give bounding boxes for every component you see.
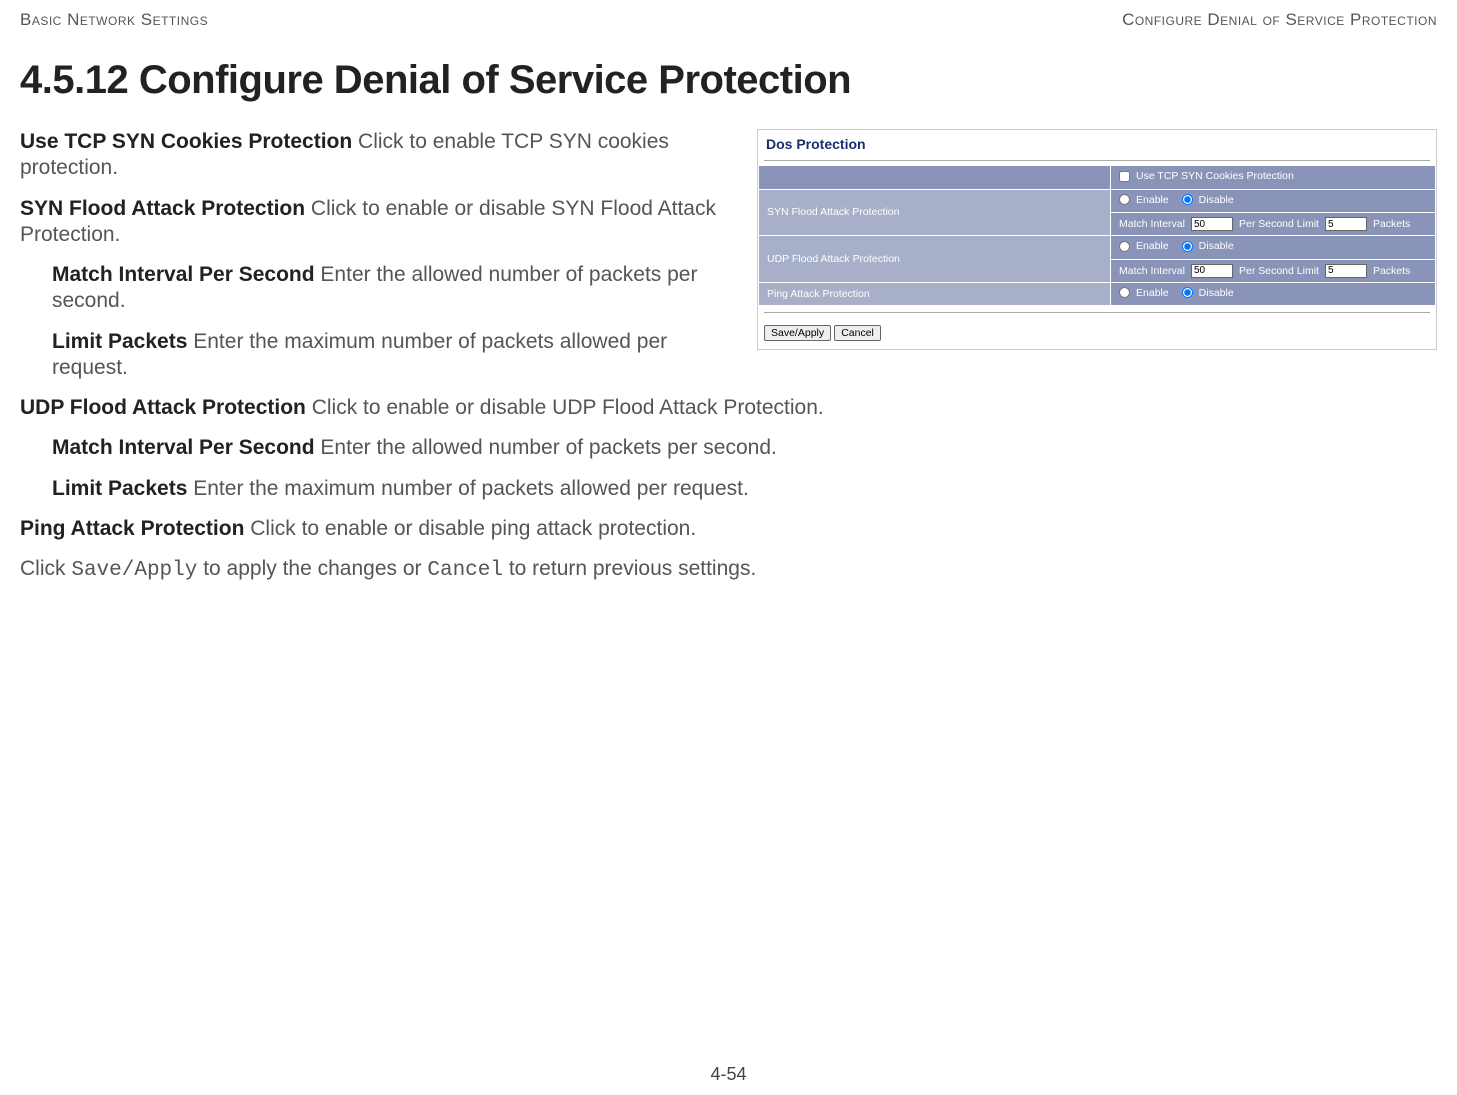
ping-disable-radio[interactable] (1182, 287, 1193, 298)
desc-syn-match-interval: Match Interval Per Second Enter the allo… (52, 262, 739, 315)
text: Click (20, 557, 71, 580)
tcp-cookies-checkbox-wrap[interactable]: Use TCP SYN Cookies Protection (1119, 170, 1294, 182)
divider (764, 160, 1430, 161)
ping-ctrl: Enable Disable (1111, 282, 1436, 306)
tcp-cookies-label: Use TCP SYN Cookies Protection (1136, 170, 1294, 182)
disable-label: Disable (1199, 287, 1234, 299)
row-tcp-cookies: Use TCP SYN Cookies Protection (759, 166, 1436, 190)
term-text: Click to enable or disable ping attack p… (244, 517, 696, 540)
term: Use TCP SYN Cookies Protection (20, 130, 352, 153)
desc-syn-limit-packets: Limit Packets Enter the maximum number o… (52, 329, 739, 382)
term: Ping Attack Protection (20, 517, 244, 540)
tcp-cookies-checkbox[interactable] (1119, 171, 1130, 182)
syn-enable-radio-wrap[interactable]: Enable (1119, 194, 1169, 206)
screenshot-panel-wrap: Dos Protection Use TCP SYN Cookies Prote… (757, 129, 1437, 350)
ping-enable-radio[interactable] (1119, 287, 1130, 298)
udp-enable-ctrl: Enable Disable (1111, 236, 1436, 260)
desc-udp-match-interval: Match Interval Per Second Enter the allo… (52, 435, 1437, 461)
syn-flood-label: SYN Flood Attack Protection (759, 189, 1111, 236)
per-second-limit-label: Per Second Limit (1239, 218, 1319, 230)
term: Match Interval Per Second (52, 263, 315, 286)
udp-flood-label: UDP Flood Attack Protection (759, 236, 1111, 283)
udp-enable-radio[interactable] (1119, 241, 1130, 252)
syn-disable-radio[interactable] (1182, 194, 1193, 205)
disable-label: Disable (1199, 240, 1234, 252)
match-interval-label: Match Interval (1119, 265, 1185, 277)
term: SYN Flood Attack Protection (20, 197, 305, 220)
page-header: Basic Network Settings Configure Denial … (20, 10, 1437, 30)
desc-tcp-syn-cookies: Use TCP SYN Cookies Protection Click to … (20, 129, 739, 182)
term-text: Click to enable or disable UDP Flood Att… (306, 396, 824, 419)
udp-match-interval-input[interactable] (1191, 264, 1233, 278)
row-ping: Ping Attack Protection Enable Disable (759, 282, 1436, 306)
tcp-cookies-ctrl: Use TCP SYN Cookies Protection (1111, 166, 1436, 190)
divider (764, 312, 1430, 313)
code-save-apply: Save/Apply (71, 559, 197, 582)
packets-label: Packets (1373, 265, 1410, 277)
desc-ping-attack: Ping Attack Protection Click to enable o… (20, 516, 1437, 542)
term: Limit Packets (52, 330, 187, 353)
page-number: 4-54 (20, 1064, 1437, 1085)
text: to return previous settings. (503, 557, 756, 580)
enable-label: Enable (1136, 287, 1169, 299)
syn-enable-ctrl: Enable Disable (1111, 189, 1436, 213)
description-column: Use TCP SYN Cookies Protection Click to … (20, 129, 739, 395)
disable-label: Disable (1199, 194, 1234, 206)
header-left: Basic Network Settings (20, 10, 208, 30)
empty-cell (759, 166, 1111, 190)
desc-save-cancel: Click Save/Apply to apply the changes or… (20, 556, 1437, 584)
term-text: Enter the allowed number of packets per … (315, 436, 777, 459)
enable-label: Enable (1136, 194, 1169, 206)
desc-udp-limit-packets: Limit Packets Enter the maximum number o… (52, 476, 1437, 502)
row-syn-flood: SYN Flood Attack Protection Enable Disab… (759, 189, 1436, 213)
header-right: Configure Denial of Service Protection (1122, 10, 1437, 30)
syn-match-interval-input[interactable] (1191, 217, 1233, 231)
syn-limit-input[interactable] (1325, 217, 1367, 231)
panel-buttons: Save/Apply Cancel (758, 317, 1436, 349)
save-apply-button[interactable]: Save/Apply (764, 325, 831, 341)
udp-disable-radio-wrap[interactable]: Disable (1182, 240, 1234, 252)
row-udp-flood: UDP Flood Attack Protection Enable Disab… (759, 236, 1436, 260)
udp-disable-radio[interactable] (1182, 241, 1193, 252)
per-second-limit-label: Per Second Limit (1239, 265, 1319, 277)
match-interval-label: Match Interval (1119, 218, 1185, 230)
term-text: Enter the maximum number of packets allo… (187, 477, 748, 500)
cancel-button[interactable]: Cancel (834, 325, 881, 341)
term: Limit Packets (52, 477, 187, 500)
syn-enable-radio[interactable] (1119, 194, 1130, 205)
ping-label: Ping Attack Protection (759, 282, 1111, 306)
packets-label: Packets (1373, 218, 1410, 230)
udp-limit-input[interactable] (1325, 264, 1367, 278)
panel-title: Dos Protection (758, 130, 1436, 160)
desc-syn-flood: SYN Flood Attack Protection Click to ena… (20, 196, 739, 249)
term: UDP Flood Attack Protection (20, 396, 306, 419)
ping-disable-radio-wrap[interactable]: Disable (1182, 287, 1234, 299)
enable-label: Enable (1136, 240, 1169, 252)
syn-params-ctrl: Match Interval Per Second Limit Packets (1111, 213, 1436, 236)
code-cancel: Cancel (427, 559, 503, 582)
term: Match Interval Per Second (52, 436, 315, 459)
section-title: 4.5.12 Configure Denial of Service Prote… (20, 58, 1437, 103)
text: to apply the changes or (197, 557, 427, 580)
desc-udp-flood: UDP Flood Attack Protection Click to ena… (20, 395, 1437, 421)
udp-enable-radio-wrap[interactable]: Enable (1119, 240, 1169, 252)
dos-protection-panel: Dos Protection Use TCP SYN Cookies Prote… (757, 129, 1437, 350)
ping-enable-radio-wrap[interactable]: Enable (1119, 287, 1169, 299)
udp-params-ctrl: Match Interval Per Second Limit Packets (1111, 259, 1436, 282)
settings-table: Use TCP SYN Cookies Protection SYN Flood… (758, 165, 1436, 306)
syn-disable-radio-wrap[interactable]: Disable (1182, 194, 1234, 206)
